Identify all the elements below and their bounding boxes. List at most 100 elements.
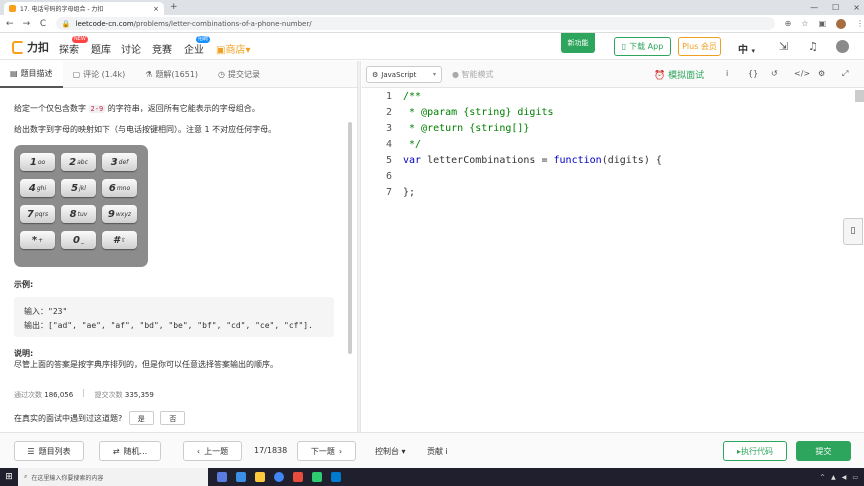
plus-member-button[interactable]: Plus 会员 xyxy=(678,37,721,56)
braces-icon[interactable]: {} xyxy=(748,69,758,78)
language-switch[interactable]: 中 ▾ xyxy=(738,41,755,56)
nav-contest[interactable]: 竞赛 xyxy=(152,41,172,56)
user-avatar[interactable] xyxy=(836,40,849,53)
line-number: 2 xyxy=(385,107,392,118)
bottom-bar: ☰ 题目列表 ⇄ 随机... ‹ 上一题 17/1838 下一题 › 控制台 ▾ 贡献 … xyxy=(0,432,864,468)
app-icon[interactable] xyxy=(293,472,303,482)
mock-interview-label: 模拟面试 xyxy=(668,71,705,81)
back-button[interactable]: ← xyxy=(3,19,17,29)
random-button[interactable]: ⇄ 随机... xyxy=(99,441,161,461)
submit-button[interactable]: 提交 xyxy=(796,441,851,461)
left-scrollbar[interactable] xyxy=(348,122,352,354)
profile-avatar[interactable] xyxy=(836,18,846,29)
problem-list-button[interactable]: ☰ 题目列表 xyxy=(14,441,84,461)
vscode-icon[interactable] xyxy=(331,472,341,482)
panel-divider[interactable] xyxy=(357,61,361,432)
nav-enterprise[interactable]: 企业 xyxy=(184,41,204,56)
app-icon[interactable] xyxy=(312,472,322,482)
tab-comments[interactable]: ▢ 评论 (1.4k) xyxy=(63,61,136,88)
expand-icon[interactable]: ⤢ xyxy=(842,69,848,79)
volume-icon[interactable]: ◀ xyxy=(842,474,847,481)
taskview-icon[interactable] xyxy=(236,472,246,482)
nav-explore[interactable]: 探索 xyxy=(59,41,79,56)
code-line[interactable]: /** xyxy=(403,91,421,102)
tab-submissions-label: 提交记录 xyxy=(228,69,261,79)
site-logo[interactable]: 力扣 xyxy=(12,39,49,55)
browser-menu-icon[interactable]: ⋮ xyxy=(856,19,864,29)
reset-icon[interactable]: ↺ xyxy=(771,69,778,78)
file-explorer-icon[interactable] xyxy=(255,472,265,482)
line-number: 1 xyxy=(385,91,392,102)
language-select[interactable]: ⚙ JavaScript ▾ xyxy=(366,66,442,83)
tab-description[interactable]: ▤ 题目描述 xyxy=(0,60,63,88)
site-header: 力扣 探索 NEW 题库 讨论 竞赛 企业 招聘 ▣商店▾ 新功能 ▯ 下载 A… xyxy=(0,33,864,60)
next-button[interactable]: 下一题 › xyxy=(297,441,356,461)
new-feature-tag[interactable]: 新功能 xyxy=(561,33,595,53)
maximize-button[interactable]: ☐ xyxy=(832,0,839,15)
nav-discuss[interactable]: 讨论 xyxy=(121,41,141,56)
no-button[interactable]: 否 xyxy=(160,411,186,425)
info-icon[interactable]: i xyxy=(726,69,728,78)
taskbar-search[interactable]: ⌕ 在这里输入你要搜索的内容 xyxy=(18,468,208,486)
chevron-down-icon: ▾ xyxy=(432,71,436,78)
chevron-down-icon: ▾ xyxy=(245,45,251,56)
note-text: 尽管上面的答案是按字典序排列的，但是你可以任意选择答案输出的顺序。 xyxy=(14,360,278,369)
fullscreen-icon[interactable]: ⇲ xyxy=(779,40,788,53)
editor-scrollbar[interactable] xyxy=(855,90,864,102)
settings-icon[interactable]: ⚙ xyxy=(818,69,825,78)
mock-interview-button[interactable]: ⏰ 模拟面试 xyxy=(654,68,704,81)
download-app-button[interactable]: ▯ 下载 App xyxy=(614,37,671,56)
code-line[interactable]: * @return {string[]} xyxy=(403,123,529,134)
shuffle-icon: ⇄ xyxy=(112,446,120,456)
tab-solutions[interactable]: ⚗ 题解(1651) xyxy=(135,61,208,88)
url-field[interactable]: 🔒 leetcode-cn.com /problems/letter-combi… xyxy=(55,17,775,30)
example-input: 输入："23" xyxy=(24,307,68,316)
tray-icon[interactable]: ^ xyxy=(820,474,825,481)
new-badge: NEW xyxy=(72,36,88,43)
close-window-button[interactable]: × xyxy=(853,0,860,15)
smart-mode-toggle[interactable]: ● 智能模式 xyxy=(452,69,494,80)
tab-submissions[interactable]: ◷ 提交记录 xyxy=(208,61,270,88)
extension-icon[interactable]: ▣ xyxy=(818,19,826,29)
submitted-label: 提交次数 xyxy=(94,391,123,399)
run-code-button[interactable]: ▸执行代码 xyxy=(723,441,787,461)
taskbar-search-placeholder: 在这里输入你要搜索的内容 xyxy=(31,474,104,482)
console-toggle[interactable]: 控制台 ▾ xyxy=(375,446,406,457)
problem-list-label: 题目列表 xyxy=(38,446,71,456)
windows-start-icon[interactable]: ⊞ xyxy=(0,472,18,482)
minimize-button[interactable]: — xyxy=(810,0,818,15)
desc-text: 的字符串，返回所有它能表示的字母组合。 xyxy=(105,104,260,113)
contribute-button[interactable]: 贡献 i xyxy=(427,446,448,457)
zoom-icon[interactable]: ⊕ xyxy=(785,19,792,29)
yes-button[interactable]: 是 xyxy=(128,411,154,425)
new-tab-button[interactable]: + xyxy=(170,2,178,12)
code-line[interactable]: var letterCombinations = function(digits… xyxy=(403,155,662,166)
problem-description: 给定一个仅包含数字 2-9 的字符串，返回所有它能表示的字母组合。 给出数字到字… xyxy=(0,89,350,432)
code-editor[interactable]: 1 /** 2 * @param {string} digits 3 * @re… xyxy=(362,89,864,432)
tab-comments-label: 评论 (1.4k) xyxy=(83,69,126,79)
nav-store[interactable]: ▣商店▾ xyxy=(216,41,250,56)
code-line[interactable]: */ xyxy=(403,139,421,150)
settings-icon: ⚙ xyxy=(372,70,379,79)
nav-problems[interactable]: 题库 xyxy=(91,41,111,56)
chrome-icon[interactable] xyxy=(274,472,284,482)
code-line[interactable]: }; xyxy=(403,187,415,198)
line-number: 4 xyxy=(385,139,392,150)
code-icon[interactable]: </> xyxy=(794,69,810,78)
browser-tab[interactable]: 17. 电话号码的字母组合 - 力扣 × xyxy=(4,2,164,15)
side-panel-toggle[interactable]: ▯ xyxy=(843,218,863,245)
prev-button[interactable]: ‹ 上一题 xyxy=(183,441,242,461)
forward-button[interactable]: → xyxy=(20,19,34,29)
cortana-icon[interactable] xyxy=(217,472,227,482)
network-icon[interactable]: ▲ xyxy=(831,474,836,481)
keypad-key: 9 wxyz xyxy=(102,205,137,223)
bookmark-star-icon[interactable]: ☆ xyxy=(801,19,808,29)
reload-button[interactable]: C xyxy=(36,19,50,29)
tab-close-icon[interactable]: × xyxy=(153,5,159,13)
keypad-key: 1 oo xyxy=(20,153,55,171)
tab-description-label: 题目描述 xyxy=(20,68,53,78)
code-line[interactable]: * @param {string} digits xyxy=(403,107,554,118)
notification-icon[interactable]: ▭ xyxy=(852,474,858,481)
phone-icon: ▯ xyxy=(621,42,627,51)
notification-bell-icon[interactable]: ♫ xyxy=(808,40,818,53)
